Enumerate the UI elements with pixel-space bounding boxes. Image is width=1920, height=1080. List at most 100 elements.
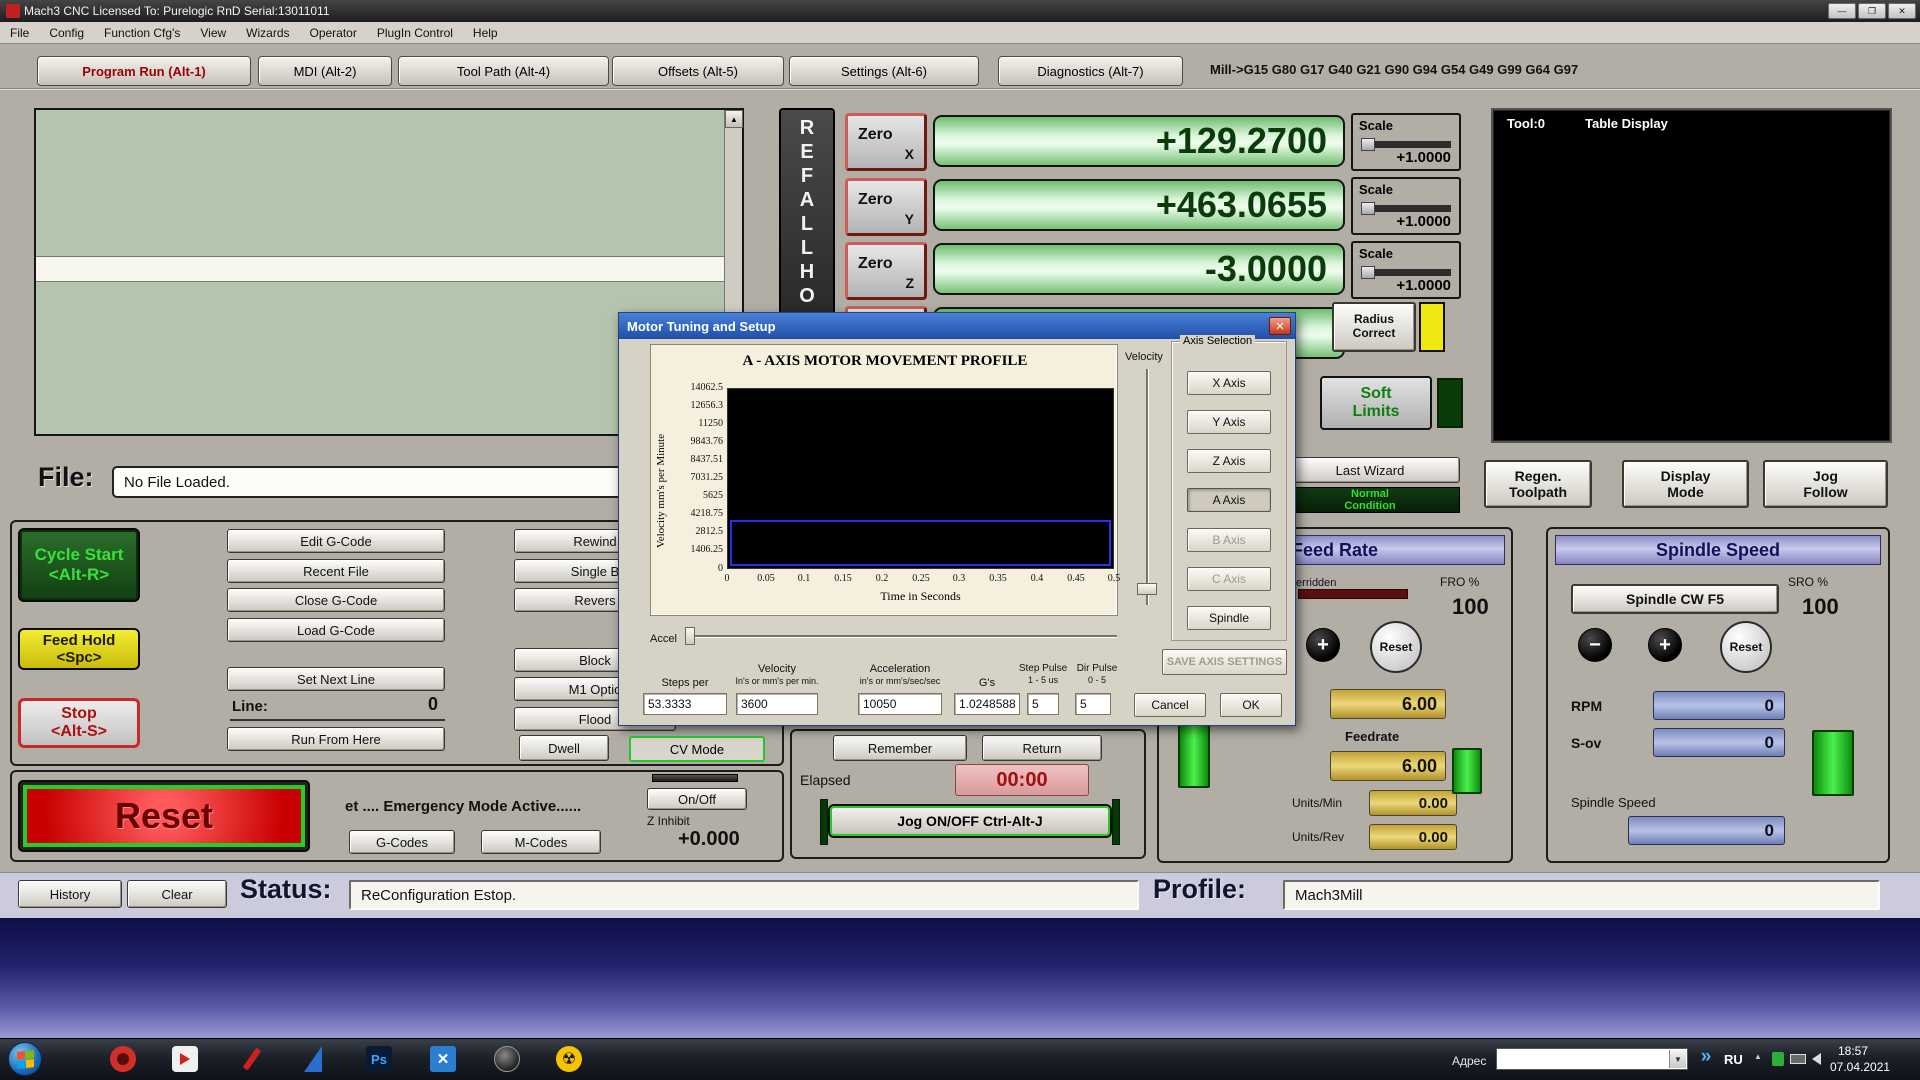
menu-item-plugin-control[interactable]: PlugIn Control: [367, 26, 463, 40]
sov-dro[interactable]: 0: [1653, 728, 1785, 757]
reset-button[interactable]: Reset: [23, 785, 305, 847]
clear-button[interactable]: Clear: [127, 880, 227, 908]
tab-tool-path[interactable]: Tool Path (Alt-4): [398, 56, 609, 86]
taskbar-item-media-player[interactable]: [166, 1041, 204, 1077]
spindle-plus-button[interactable]: +: [1648, 628, 1682, 662]
spindle-cw-button[interactable]: Spindle CW F5: [1571, 584, 1779, 614]
feed-hold-button[interactable]: Feed Hold <Spc>: [18, 628, 140, 670]
language-indicator[interactable]: RU: [1724, 1052, 1743, 1067]
radius-correct-button[interactable]: Radius Correct: [1332, 302, 1416, 352]
scale-z-widget[interactable]: Scale +1.0000: [1351, 241, 1461, 299]
scale-y-widget[interactable]: Scale +1.0000: [1351, 177, 1461, 235]
tab-program-run[interactable]: Program Run (Alt-1): [37, 56, 251, 86]
mcodes-button[interactable]: M-Codes: [481, 830, 601, 854]
save-axis-settings-button[interactable]: SAVE AXIS SETTINGS: [1162, 649, 1287, 675]
x-axis-button[interactable]: X Axis: [1187, 371, 1271, 395]
velocity-slider[interactable]: [1137, 369, 1157, 605]
profile-field[interactable]: Mach3Mill: [1283, 880, 1880, 910]
spindle-reset-button[interactable]: Reset: [1720, 621, 1772, 673]
step-pulse-field[interactable]: 5: [1027, 693, 1059, 715]
taskbar-item-diagram-app[interactable]: ✕: [424, 1041, 462, 1077]
clock-time[interactable]: 18:57: [1838, 1044, 1908, 1058]
accel-slider[interactable]: [685, 627, 1117, 645]
menu-item-config[interactable]: Config: [39, 26, 94, 40]
dro-y-axis[interactable]: +463.0655: [933, 179, 1345, 231]
toolpath-display[interactable]: Tool:0 Table Display: [1491, 108, 1892, 443]
menu-item-view[interactable]: View: [190, 26, 236, 40]
units-min-dro[interactable]: 0.00: [1369, 790, 1457, 816]
acceleration-field[interactable]: 10050: [858, 693, 942, 715]
start-button[interactable]: [8, 1042, 42, 1076]
taskbar-item-sail-app[interactable]: [294, 1041, 332, 1077]
load-gcode-button[interactable]: Load G-Code: [227, 618, 445, 642]
regen-toolpath-button[interactable]: Regen. Toolpath: [1484, 460, 1592, 508]
ok-button[interactable]: OK: [1220, 693, 1282, 717]
edit-gcode-button[interactable]: Edit G-Code: [227, 529, 445, 553]
velocity-field[interactable]: 3600: [736, 693, 818, 715]
set-next-line-button[interactable]: Set Next Line: [227, 667, 445, 691]
status-field[interactable]: ReConfiguration Estop.: [349, 880, 1139, 910]
close-gcode-button[interactable]: Close G-Code: [227, 588, 445, 612]
history-button[interactable]: History: [18, 880, 122, 908]
feedrate-dro[interactable]: 6.00: [1330, 751, 1446, 781]
dro-x-axis[interactable]: +129.2700: [933, 115, 1345, 167]
feed-plus-button[interactable]: +: [1306, 628, 1340, 662]
address-input[interactable]: ▼: [1496, 1048, 1688, 1070]
scale-x-widget[interactable]: Scale +1.0000: [1351, 113, 1461, 171]
close-button[interactable]: ✕: [1888, 3, 1916, 19]
steps-per-field[interactable]: 53.3333: [643, 693, 727, 715]
menu-item-file[interactable]: File: [0, 26, 39, 40]
zero-x-button[interactable]: Zero X: [845, 113, 927, 171]
z-axis-button[interactable]: Z Axis: [1187, 449, 1271, 473]
scroll-up-button[interactable]: ▲: [725, 110, 743, 128]
menu-item-help[interactable]: Help: [463, 26, 508, 40]
spindle-axis-button[interactable]: Spindle: [1187, 606, 1271, 630]
b-axis-button[interactable]: B Axis: [1187, 528, 1271, 552]
fro-dro[interactable]: 6.00: [1330, 689, 1446, 719]
cancel-button[interactable]: Cancel: [1134, 693, 1206, 717]
tab-mdi[interactable]: MDI (Alt-2): [258, 56, 392, 86]
minimize-button[interactable]: —: [1828, 3, 1856, 19]
tray-battery-icon[interactable]: [1790, 1054, 1806, 1064]
menu-item-function-cfgs[interactable]: Function Cfg's: [94, 26, 190, 40]
scale-z-slider-thumb[interactable]: [1361, 266, 1375, 279]
tray-shield-icon[interactable]: [1772, 1052, 1784, 1066]
rpm-dro[interactable]: 0: [1653, 691, 1785, 720]
fro-slider[interactable]: [1298, 589, 1408, 599]
remember-button[interactable]: Remember: [833, 735, 967, 761]
taskbar-item-photoshop[interactable]: Ps: [360, 1041, 398, 1077]
dir-pulse-field[interactable]: 5: [1075, 693, 1111, 715]
tab-diagnostics[interactable]: Diagnostics (Alt-7): [998, 56, 1183, 86]
cycle-start-button[interactable]: Cycle Start <Alt-R>: [18, 528, 140, 602]
dialog-close-button[interactable]: ✕: [1269, 317, 1291, 335]
dwell-button[interactable]: Dwell: [519, 735, 609, 761]
c-axis-button[interactable]: C Axis: [1187, 567, 1271, 591]
tray-volume-icon[interactable]: [1812, 1053, 1821, 1065]
zero-y-button[interactable]: Zero Y: [845, 178, 927, 236]
last-wizard-button[interactable]: Last Wizard: [1280, 457, 1460, 483]
y-axis-button[interactable]: Y Axis: [1187, 410, 1271, 434]
velocity-slider-thumb[interactable]: [1137, 583, 1157, 595]
accel-slider-thumb[interactable]: [685, 627, 695, 645]
jog-onoff-button[interactable]: Jog ON/OFF Ctrl-Alt-J: [830, 806, 1110, 836]
taskbar-item-browser[interactable]: [104, 1041, 142, 1077]
feed-reset-button[interactable]: Reset: [1370, 621, 1422, 673]
dro-z-axis[interactable]: -3.0000: [933, 243, 1345, 295]
cv-mode-indicator[interactable]: CV Mode: [629, 736, 765, 762]
tray-chevron-icon[interactable]: ▲: [1754, 1052, 1762, 1061]
zero-z-button[interactable]: Zero Z: [845, 242, 927, 300]
clock-date[interactable]: 07.04.2021: [1830, 1060, 1908, 1074]
address-dropdown-button[interactable]: ▼: [1669, 1050, 1686, 1068]
taskbar-item-radiation-app[interactable]: ☢: [550, 1041, 588, 1077]
display-mode-button[interactable]: Display Mode: [1622, 460, 1749, 508]
taskbar-item-camera-app[interactable]: [488, 1041, 526, 1077]
taskbar-item-pen-tool[interactable]: [233, 1041, 271, 1077]
spindle-minus-button[interactable]: −: [1578, 628, 1612, 662]
a-axis-button[interactable]: A Axis: [1187, 488, 1271, 512]
soft-limits-button[interactable]: Soft Limits: [1320, 376, 1432, 430]
menu-item-operator[interactable]: Operator: [300, 26, 367, 40]
stop-button[interactable]: Stop <Alt-S>: [18, 698, 140, 748]
tab-offsets[interactable]: Offsets (Alt-5): [612, 56, 784, 86]
scale-y-slider-thumb[interactable]: [1361, 202, 1375, 215]
gcodes-button[interactable]: G-Codes: [349, 830, 455, 854]
